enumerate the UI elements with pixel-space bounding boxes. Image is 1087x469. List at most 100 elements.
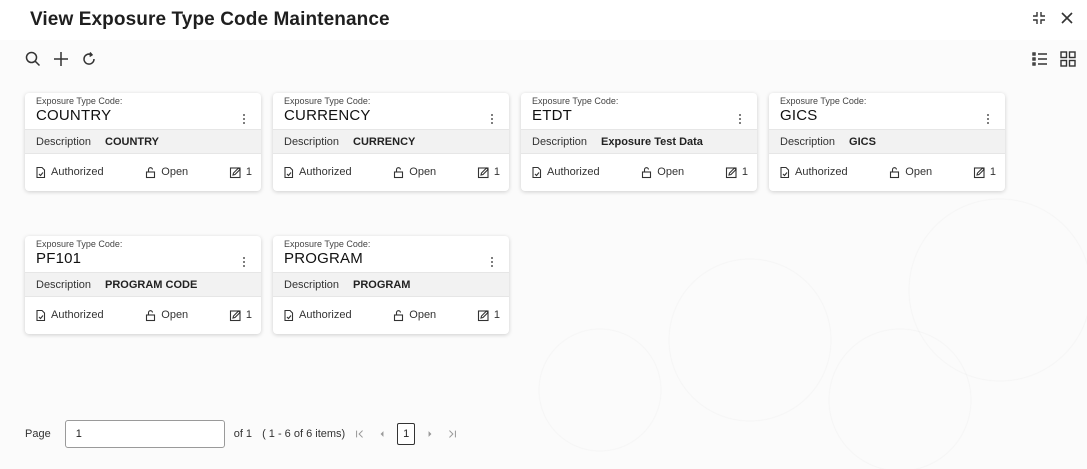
first-page-icon[interactable] <box>353 427 367 441</box>
code-value: CURRENCY <box>284 107 371 124</box>
last-page-icon[interactable] <box>445 427 459 441</box>
description-label: Description <box>284 135 340 148</box>
unlock-icon <box>394 166 404 178</box>
version-number: 1 <box>245 309 252 321</box>
version: 1 <box>477 309 500 322</box>
exposure-card[interactable]: Exposure Type Code: ETDT Description Exp… <box>521 93 757 191</box>
page-label: Page <box>25 428 51 440</box>
authorization-status-label: Authorized <box>51 309 104 321</box>
card-header: Exposure Type Code: CURRENCY <box>273 93 509 129</box>
version-number: 1 <box>493 309 500 321</box>
items-count: ( 1 - 6 of 6 items) <box>262 428 346 440</box>
description-row: Description GICS <box>769 129 1005 154</box>
edit-icon <box>477 309 489 321</box>
lock-status-label: Open <box>657 166 685 178</box>
exposure-card[interactable]: Exposure Type Code: PF101 Description PR… <box>25 236 261 334</box>
kebab-menu-icon[interactable] <box>489 255 495 269</box>
kebab-menu-icon[interactable] <box>241 112 247 126</box>
authorization-status: Authorized <box>778 166 848 179</box>
authorization-status: Authorized <box>34 166 104 179</box>
card-footer: Authorized Open 1 <box>769 154 1005 190</box>
page-header: View Exposure Type Code Maintenance <box>0 0 1087 40</box>
exposure-card[interactable]: Exposure Type Code: GICS Description GIC… <box>769 93 1005 191</box>
lock-status-label: Open <box>409 166 437 178</box>
grid-view-icon[interactable] <box>1059 50 1077 68</box>
exposure-card[interactable]: Exposure Type Code: COUNTRY Description … <box>25 93 261 191</box>
kebab-menu-icon[interactable] <box>985 112 991 126</box>
code-value: PF101 <box>36 250 82 267</box>
close-icon[interactable] <box>1059 10 1075 26</box>
unlock-icon <box>890 166 900 178</box>
card-header: Exposure Type Code: COUNTRY <box>25 93 261 129</box>
authorized-icon <box>284 166 294 178</box>
edit-icon <box>725 166 737 178</box>
version-number: 1 <box>989 166 996 178</box>
description-row: Description PROGRAM CODE <box>25 272 261 297</box>
authorization-status-label: Authorized <box>547 166 600 178</box>
description-row: Description COUNTRY <box>25 129 261 154</box>
description-label: Description <box>36 135 92 148</box>
page-input[interactable] <box>64 420 225 448</box>
authorization-status: Authorized <box>34 309 104 322</box>
code-label: Exposure Type Code: <box>284 96 371 106</box>
code-value: COUNTRY <box>36 107 112 124</box>
description-label: Description <box>36 278 92 291</box>
card-header: Exposure Type Code: GICS <box>769 93 1005 129</box>
search-icon[interactable] <box>24 50 42 68</box>
code-value: ETDT <box>532 107 572 124</box>
lock-status: Open <box>392 309 436 322</box>
code-label: Exposure Type Code: <box>36 96 123 106</box>
page-total: of 1 <box>233 428 253 440</box>
authorization-status-label: Authorized <box>795 166 848 178</box>
kebab-menu-icon[interactable] <box>489 112 495 126</box>
view-toggle <box>1031 50 1077 68</box>
add-icon[interactable] <box>52 50 70 68</box>
exposure-card[interactable]: Exposure Type Code: CURRENCY Description… <box>273 93 509 191</box>
version: 1 <box>725 166 748 179</box>
authorization-status-label: Authorized <box>299 166 352 178</box>
authorization-status: Authorized <box>282 166 352 179</box>
lock-status-label: Open <box>161 166 189 178</box>
version: 1 <box>229 309 252 322</box>
exposure-card[interactable]: Exposure Type Code: PROGRAM Description … <box>273 236 509 334</box>
edit-icon <box>973 166 985 178</box>
code-label: Exposure Type Code: <box>532 96 619 106</box>
card-header: Exposure Type Code: ETDT <box>521 93 757 129</box>
authorization-status-label: Authorized <box>299 309 352 321</box>
version: 1 <box>973 166 996 179</box>
list-view-icon[interactable] <box>1031 50 1049 68</box>
description-row: Description PROGRAM <box>273 272 509 297</box>
authorization-status: Authorized <box>530 166 600 179</box>
authorized-icon <box>36 309 46 321</box>
pagination: Page of 1 ( 1 - 6 of 6 items) 1 <box>25 420 459 448</box>
authorized-icon <box>532 166 542 178</box>
version: 1 <box>477 166 500 179</box>
lock-status: Open <box>144 309 188 322</box>
description-row: Description Exposure Test Data <box>521 129 757 154</box>
lock-status: Open <box>640 166 684 179</box>
kebab-menu-icon[interactable] <box>737 112 743 126</box>
edit-icon <box>229 309 241 321</box>
card-footer: Authorized Open 1 <box>521 154 757 190</box>
code-value: GICS <box>780 107 818 124</box>
current-page[interactable]: 1 <box>397 423 416 445</box>
toolbar <box>24 50 98 68</box>
code-value: PROGRAM <box>284 250 363 267</box>
card-header: Exposure Type Code: PROGRAM <box>273 236 509 272</box>
minimize-icon[interactable] <box>1031 10 1047 26</box>
window-actions <box>1031 10 1075 26</box>
code-label: Exposure Type Code: <box>284 239 371 249</box>
lock-status: Open <box>144 166 188 179</box>
card-footer: Authorized Open 1 <box>273 297 509 333</box>
lock-status-label: Open <box>161 309 189 321</box>
lock-status: Open <box>888 166 932 179</box>
description-row: Description CURRENCY <box>273 129 509 154</box>
kebab-menu-icon[interactable] <box>241 255 247 269</box>
card-footer: Authorized Open 1 <box>25 297 261 333</box>
previous-page-icon[interactable] <box>375 427 389 441</box>
description-value: COUNTRY <box>105 135 160 148</box>
next-page-icon[interactable] <box>423 427 437 441</box>
description-value: Exposure Test Data <box>601 135 703 148</box>
card-footer: Authorized Open 1 <box>25 154 261 190</box>
refresh-icon[interactable] <box>80 50 98 68</box>
